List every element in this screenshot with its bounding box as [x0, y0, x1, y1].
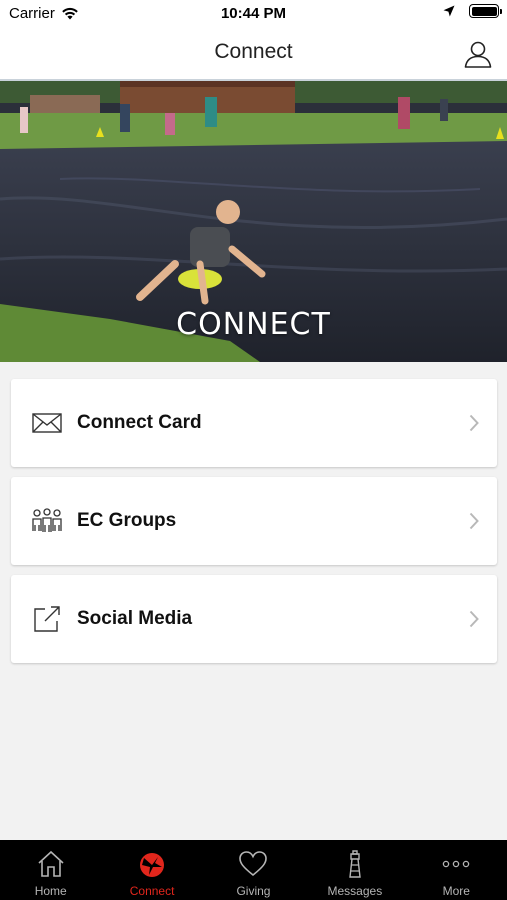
person-icon[interactable] — [463, 39, 493, 69]
menu-item-connect-card[interactable]: Connect Card — [11, 379, 497, 467]
page-title: Connect — [214, 40, 293, 63]
tab-giving[interactable]: Giving — [203, 840, 304, 900]
tab-bar: Home Connect Giving Messages More — [0, 840, 507, 900]
heart-icon — [239, 851, 268, 877]
menu-item-ec-groups[interactable]: EC Groups — [11, 477, 497, 565]
status-time: 10:44 PM — [220, 5, 287, 22]
hero-title: CONNECT — [176, 307, 331, 342]
chevron-right-icon — [469, 512, 479, 530]
tab-label: More — [442, 884, 470, 898]
status-bar: Carrier 10:44 PM — [0, 0, 507, 28]
hero-banner: CONNECT — [0, 79, 507, 362]
tab-more[interactable]: More — [406, 840, 507, 900]
envelope-icon — [32, 413, 62, 433]
menu-item-social-media[interactable]: Social Media — [11, 575, 497, 663]
more-dots-icon — [443, 860, 470, 868]
status-right — [443, 4, 502, 18]
location-arrow-icon — [443, 5, 455, 17]
tab-messages[interactable]: Messages — [304, 840, 405, 900]
tab-connect[interactable]: Connect — [101, 840, 202, 900]
menu-item-label: EC Groups — [77, 510, 177, 531]
tab-home[interactable]: Home — [0, 840, 101, 900]
chevron-right-icon — [469, 610, 479, 628]
home-icon — [38, 850, 64, 877]
tab-label: Home — [34, 884, 67, 898]
battery-icon — [469, 4, 502, 18]
chevron-right-icon — [469, 414, 479, 432]
nav-bar: Connect — [0, 28, 507, 79]
menu-item-label: Social Media — [77, 608, 193, 629]
connect-logo-icon — [140, 853, 165, 877]
group-people-icon — [32, 508, 62, 532]
tab-label: Connect — [129, 884, 175, 898]
external-link-icon — [34, 606, 60, 632]
tab-label: Giving — [236, 884, 271, 898]
battery-fill — [471, 6, 497, 16]
menu-item-label: Connect Card — [77, 412, 202, 433]
tab-label: Messages — [327, 884, 383, 898]
lighthouse-icon — [349, 850, 361, 878]
